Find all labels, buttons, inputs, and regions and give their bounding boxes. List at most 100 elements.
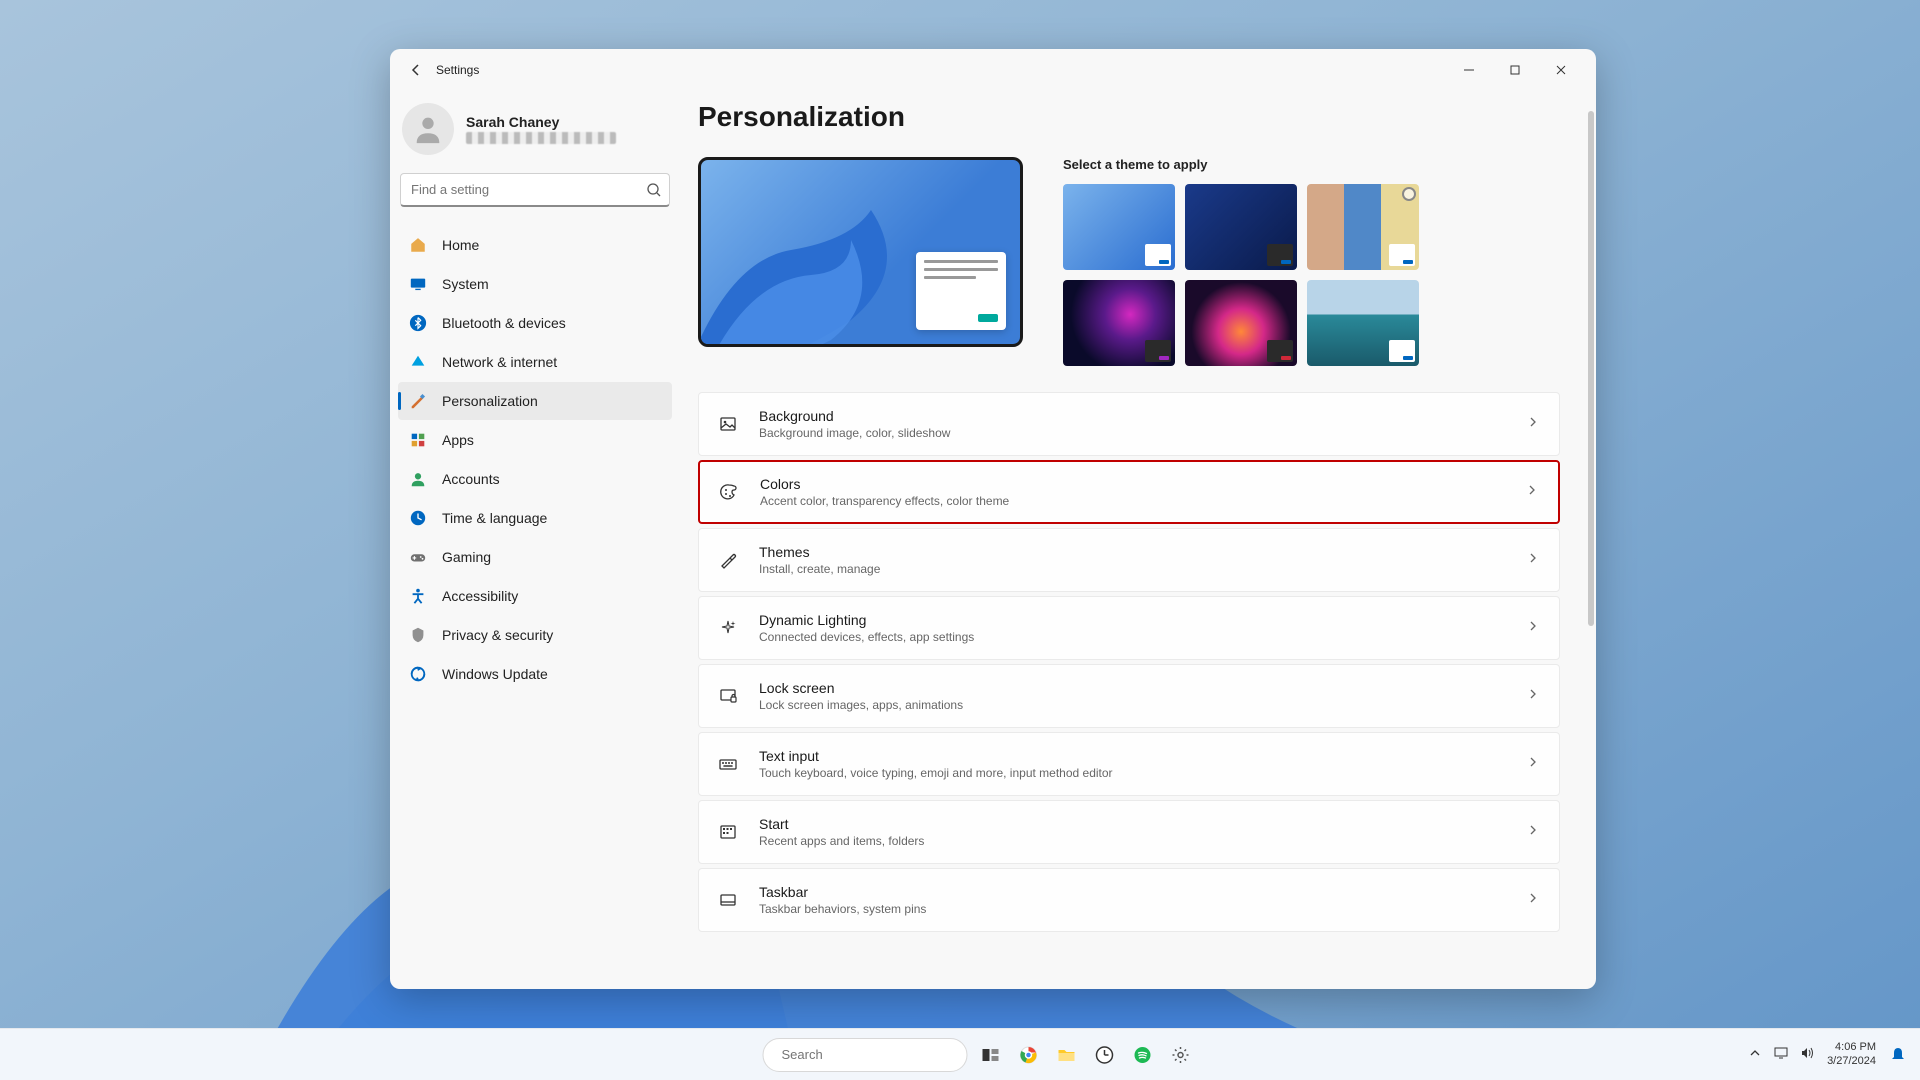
notifications-icon[interactable] xyxy=(1888,1045,1908,1065)
sidebar-item-label: Bluetooth & devices xyxy=(442,315,566,331)
sidebar: Sarah Chaney Home System Bluetooth & devic… xyxy=(390,91,680,989)
accounts-icon xyxy=(408,469,428,489)
theme-card-5[interactable] xyxy=(1185,280,1297,366)
tray-volume-icon[interactable] xyxy=(1799,1045,1815,1064)
theme-card-6[interactable] xyxy=(1307,280,1419,366)
sidebar-item-label: Windows Update xyxy=(442,666,548,682)
setting-desc: Accent color, transparency effects, colo… xyxy=(760,494,1504,508)
tray-chevron-icon[interactable] xyxy=(1747,1045,1763,1064)
sidebar-item-label: Accounts xyxy=(442,471,500,487)
sidebar-item-label: Apps xyxy=(442,432,474,448)
sidebar-item-label: System xyxy=(442,276,489,292)
setting-desc: Connected devices, effects, app settings xyxy=(759,630,1505,644)
search-icon xyxy=(646,182,662,203)
profile-name: Sarah Chaney xyxy=(466,114,616,130)
scrollbar[interactable] xyxy=(1588,111,1594,969)
background-icon xyxy=(717,413,739,435)
sidebar-item-privacy[interactable]: Privacy & security xyxy=(398,616,672,654)
home-icon xyxy=(408,235,428,255)
spotify-icon[interactable] xyxy=(1128,1040,1158,1070)
window-title: Settings xyxy=(436,63,479,77)
accessibility-icon xyxy=(408,586,428,606)
clock-app-icon[interactable] xyxy=(1090,1040,1120,1070)
back-button[interactable] xyxy=(402,56,430,84)
tray-monitor-icon[interactable] xyxy=(1773,1045,1789,1064)
chevron-right-icon xyxy=(1525,890,1541,911)
sidebar-item-label: Home xyxy=(442,237,479,253)
setting-title: Dynamic Lighting xyxy=(759,612,1505,628)
close-button[interactable] xyxy=(1538,54,1584,86)
setting-title: Themes xyxy=(759,544,1505,560)
setting-item-colors[interactable]: Colors Accent color, transparency effect… xyxy=(698,460,1560,524)
theme-grid xyxy=(1063,184,1560,366)
dynamic-icon xyxy=(717,617,739,639)
setting-desc: Lock screen images, apps, animations xyxy=(759,698,1505,712)
preview-window-mock xyxy=(916,252,1006,330)
setting-item-lockscreen[interactable]: Lock screen Lock screen images, apps, an… xyxy=(698,664,1560,728)
setting-item-background[interactable]: Background Background image, color, slid… xyxy=(698,392,1560,456)
sidebar-item-accounts[interactable]: Accounts xyxy=(398,460,672,498)
setting-title: Taskbar xyxy=(759,884,1505,900)
setting-title: Background xyxy=(759,408,1505,424)
tray-time: 4:06 PM xyxy=(1827,1041,1876,1054)
sidebar-item-bluetooth[interactable]: Bluetooth & devices xyxy=(398,304,672,342)
taskbar-search[interactable] xyxy=(763,1038,968,1072)
profile-block[interactable]: Sarah Chaney xyxy=(394,97,676,173)
privacy-icon xyxy=(408,625,428,645)
theme-card-3[interactable] xyxy=(1307,184,1419,270)
theme-card-1[interactable] xyxy=(1063,184,1175,270)
taskbar-icon xyxy=(717,889,739,911)
sidebar-item-label: Personalization xyxy=(442,393,538,409)
sidebar-item-update[interactable]: Windows Update xyxy=(398,655,672,693)
sidebar-item-label: Privacy & security xyxy=(442,627,553,643)
chevron-right-icon xyxy=(1525,686,1541,707)
apps-icon xyxy=(408,430,428,450)
bluetooth-icon xyxy=(408,313,428,333)
personalization-icon xyxy=(408,391,428,411)
sidebar-item-system[interactable]: System xyxy=(398,265,672,303)
sidebar-item-gaming[interactable]: Gaming xyxy=(398,538,672,576)
start-button[interactable] xyxy=(725,1040,755,1070)
chevron-right-icon xyxy=(1525,414,1541,435)
search-input[interactable] xyxy=(400,173,670,207)
task-view-button[interactable] xyxy=(976,1040,1006,1070)
lockscreen-icon xyxy=(717,685,739,707)
update-icon xyxy=(408,664,428,684)
sidebar-item-label: Network & internet xyxy=(442,354,557,370)
chevron-right-icon xyxy=(1525,618,1541,639)
setting-item-themes[interactable]: Themes Install, create, manage xyxy=(698,528,1560,592)
theme-card-4[interactable] xyxy=(1063,280,1175,366)
chevron-right-icon xyxy=(1524,482,1540,503)
file-explorer-icon[interactable] xyxy=(1052,1040,1082,1070)
setting-desc: Touch keyboard, voice typing, emoji and … xyxy=(759,766,1505,780)
desktop-preview[interactable] xyxy=(698,157,1023,347)
sidebar-item-network[interactable]: Network & internet xyxy=(398,343,672,381)
sidebar-item-time[interactable]: Time & language xyxy=(398,499,672,537)
start-icon xyxy=(717,821,739,843)
maximize-button[interactable] xyxy=(1492,54,1538,86)
sidebar-item-personalization[interactable]: Personalization xyxy=(398,382,672,420)
taskbar-search-input[interactable] xyxy=(782,1047,958,1062)
page-title: Personalization xyxy=(698,101,1560,133)
sidebar-item-apps[interactable]: Apps xyxy=(398,421,672,459)
setting-item-dynamic[interactable]: Dynamic Lighting Connected devices, effe… xyxy=(698,596,1560,660)
sidebar-item-accessibility[interactable]: Accessibility xyxy=(398,577,672,615)
setting-title: Text input xyxy=(759,748,1505,764)
minimize-button[interactable] xyxy=(1446,54,1492,86)
setting-desc: Recent apps and items, folders xyxy=(759,834,1505,848)
chrome-icon[interactable] xyxy=(1014,1040,1044,1070)
settings-window: Settings Sarah Chaney xyxy=(390,49,1596,989)
tray-datetime[interactable]: 4:06 PM 3/27/2024 xyxy=(1827,1041,1876,1067)
setting-item-textinput[interactable]: Text input Touch keyboard, voice typing,… xyxy=(698,732,1560,796)
network-icon xyxy=(408,352,428,372)
bloom-icon xyxy=(698,180,951,347)
theme-card-2[interactable] xyxy=(1185,184,1297,270)
setting-item-taskbar[interactable]: Taskbar Taskbar behaviors, system pins xyxy=(698,868,1560,932)
settings-icon[interactable] xyxy=(1166,1040,1196,1070)
setting-item-start[interactable]: Start Recent apps and items, folders xyxy=(698,800,1560,864)
sidebar-item-label: Time & language xyxy=(442,510,547,526)
sidebar-item-home[interactable]: Home xyxy=(398,226,672,264)
gaming-icon xyxy=(408,547,428,567)
settings-list: Background Background image, color, slid… xyxy=(698,392,1560,932)
titlebar: Settings xyxy=(390,49,1596,91)
